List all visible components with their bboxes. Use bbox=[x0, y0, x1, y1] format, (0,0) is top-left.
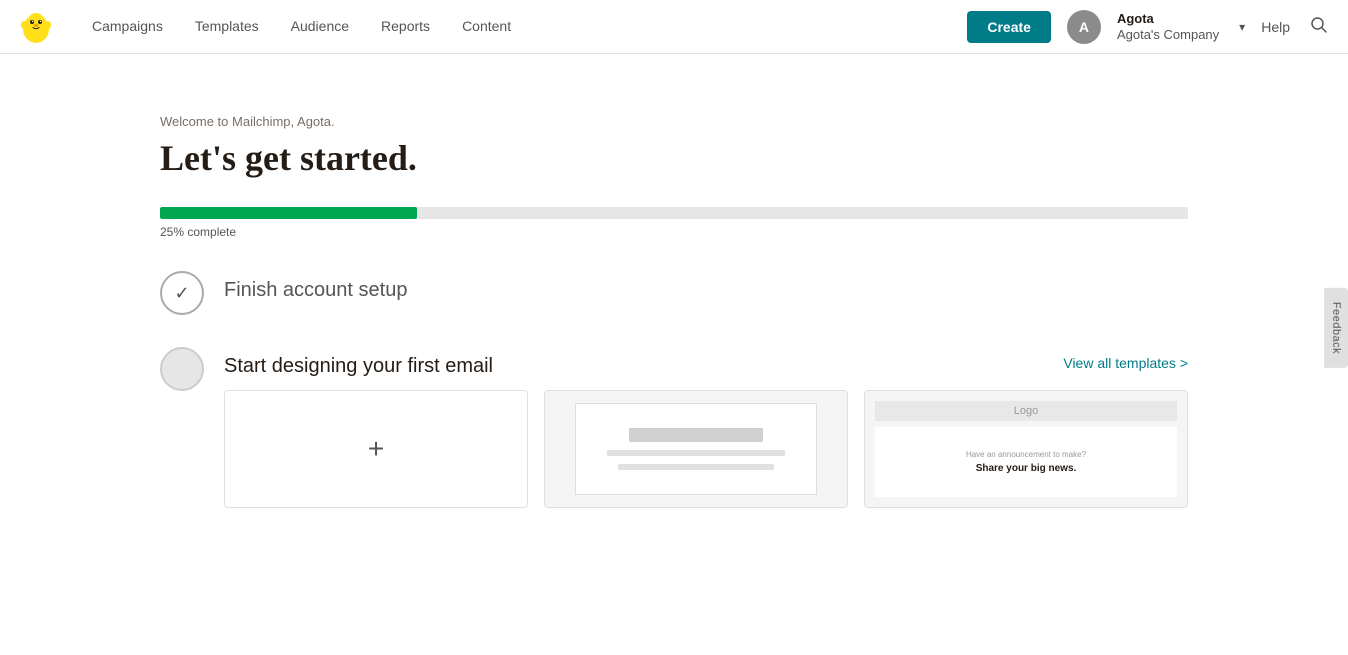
step-2-content: Start designing your first email View al… bbox=[224, 347, 1188, 508]
step-1-circle: ✓ bbox=[160, 271, 204, 315]
progress-bar-track bbox=[160, 207, 1188, 219]
step-2-label: Start designing your first email bbox=[224, 355, 493, 378]
nav-templates[interactable]: Templates bbox=[179, 0, 275, 54]
layout-line-2 bbox=[618, 464, 775, 470]
search-icon bbox=[1310, 16, 1328, 34]
welcome-subtitle: Welcome to Mailchimp, Agota. bbox=[160, 114, 1188, 129]
nav-reports[interactable]: Reports bbox=[365, 0, 446, 54]
welcome-title: Let's get started. bbox=[160, 137, 1188, 179]
template-big-text: Share your big news. bbox=[976, 463, 1077, 474]
progress-container: 25% complete bbox=[160, 207, 1188, 239]
create-button[interactable]: Create bbox=[967, 11, 1051, 43]
avatar[interactable]: A bbox=[1067, 10, 1101, 44]
plus-icon: + bbox=[368, 433, 384, 465]
templates-row: + Logo Have an announc bbox=[224, 390, 1188, 508]
search-button[interactable] bbox=[1306, 12, 1332, 41]
user-info[interactable]: Agota Agota's Company bbox=[1117, 11, 1219, 42]
progress-bar-fill bbox=[160, 207, 417, 219]
layout-line-1 bbox=[607, 450, 786, 456]
view-all-templates-link[interactable]: View all templates > bbox=[1063, 355, 1188, 371]
user-company: Agota's Company bbox=[1117, 27, 1219, 43]
mailchimp-logo[interactable] bbox=[16, 7, 56, 47]
layout-preview bbox=[575, 403, 817, 496]
template-small-text: Have an announcement to make? bbox=[966, 450, 1086, 459]
nav-audience[interactable]: Audience bbox=[275, 0, 365, 54]
template-logo-box: Logo bbox=[875, 401, 1177, 421]
template-card-blank[interactable]: + bbox=[224, 390, 528, 508]
template-card-layout[interactable] bbox=[544, 390, 848, 508]
checkmark-icon: ✓ bbox=[174, 283, 189, 304]
user-name: Agota bbox=[1117, 11, 1219, 27]
main-content: Welcome to Mailchimp, Agota. Let's get s… bbox=[0, 54, 1348, 580]
template-card-announce[interactable]: Logo Have an announcement to make? Share… bbox=[864, 390, 1188, 508]
nav-campaigns[interactable]: Campaigns bbox=[76, 0, 179, 54]
checklist: ✓ Finish account setup Start designing y… bbox=[160, 271, 1188, 508]
nav-content[interactable]: Content bbox=[446, 0, 527, 54]
help-link[interactable]: Help bbox=[1261, 19, 1290, 35]
step-2-circle bbox=[160, 347, 204, 391]
layout-image-rect bbox=[629, 428, 763, 442]
nav-links: Campaigns Templates Audience Reports Con… bbox=[76, 0, 967, 54]
chevron-down-icon[interactable]: ▾ bbox=[1239, 20, 1245, 34]
checklist-item-1: ✓ Finish account setup bbox=[160, 271, 1188, 315]
navbar: Campaigns Templates Audience Reports Con… bbox=[0, 0, 1348, 54]
template-body: Have an announcement to make? Share your… bbox=[875, 427, 1177, 497]
step-1-content: Finish account setup bbox=[224, 271, 1188, 302]
step-1-label: Finish account setup bbox=[224, 279, 1188, 302]
feedback-tab[interactable]: Feedback bbox=[1324, 287, 1348, 367]
progress-label: 25% complete bbox=[160, 225, 1188, 239]
navbar-right: Create A Agota Agota's Company ▾ Help bbox=[967, 10, 1332, 44]
checklist-item-2: Start designing your first email View al… bbox=[160, 347, 1188, 508]
